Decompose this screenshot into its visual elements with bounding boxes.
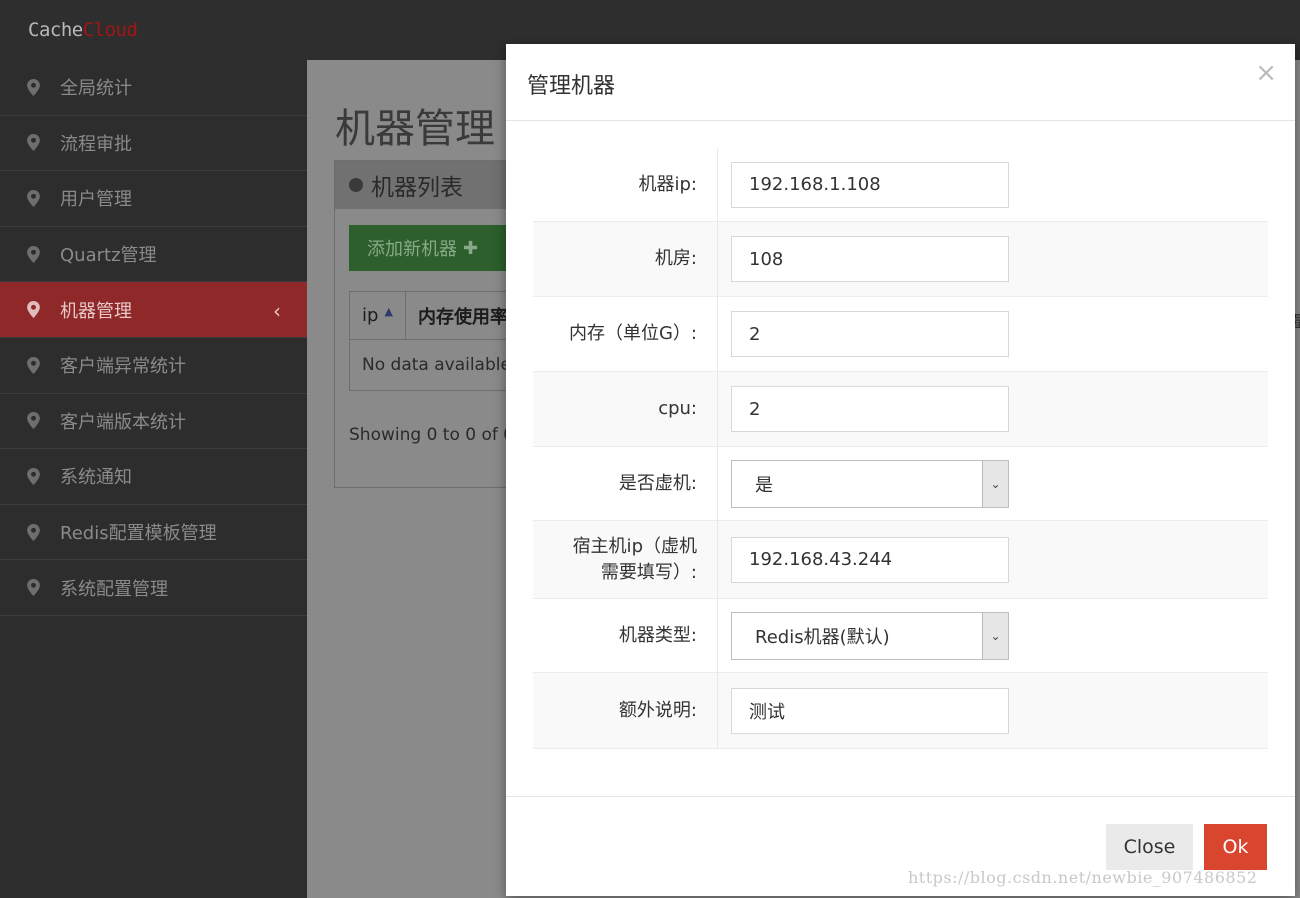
field-label: 宿主机ip（虚机需要填写）: xyxy=(533,521,718,598)
sidebar-item-label: Quartz管理 xyxy=(60,245,157,267)
machine-type-select[interactable]: Redis机器(默认) ⌄ xyxy=(731,611,1009,660)
add-machine-button[interactable]: 添加新机器 ✚ xyxy=(349,225,509,271)
column-header-memory[interactable]: 内存使用率 xyxy=(406,303,508,329)
chevron-down-icon: ⌄ xyxy=(982,460,1008,507)
table-header: ip ▲ 内存使用率 xyxy=(350,292,513,340)
field-label: 机器ip: xyxy=(533,148,718,221)
sidebar-item-global-stats[interactable]: 全局统计 xyxy=(0,60,307,116)
field-label: cpu: xyxy=(533,372,718,446)
form-row-virtual: 是否虚机: 是 ⌄ xyxy=(533,447,1268,521)
map-marker-icon xyxy=(27,579,40,597)
field-label: 额外说明: xyxy=(533,673,718,748)
sidebar-item-label: 客户端异常统计 xyxy=(60,356,186,378)
brand-logo[interactable]: CacheCloud xyxy=(28,19,138,41)
is-virtual-select[interactable]: 是 ⌄ xyxy=(731,459,1009,508)
sort-asc-icon: ▲ xyxy=(384,305,393,318)
ip-input[interactable]: 192.168.1.108 xyxy=(731,161,1009,208)
table-empty-message: No data available xyxy=(362,355,511,375)
map-marker-icon xyxy=(27,78,40,96)
map-marker-icon xyxy=(27,467,40,485)
map-marker-icon xyxy=(27,134,40,152)
sidebar-item-label: 系统通知 xyxy=(60,467,132,489)
map-marker-icon xyxy=(27,412,40,430)
field-label: 内存（单位G）: xyxy=(533,297,718,371)
form-row-host-ip: 宿主机ip（虚机需要填写）: 192.168.43.244 xyxy=(533,521,1268,599)
sidebar-item-label: 客户端版本统计 xyxy=(60,411,186,433)
sidebar-item-quartz[interactable]: Quartz管理 xyxy=(0,227,307,283)
machine-list-panel: 机器列表 添加新机器 ✚ ip ▲ 内存使用率 No data availabl… xyxy=(334,160,514,488)
sidebar-item-client-exceptions[interactable]: 客户端异常统计 xyxy=(0,338,307,394)
chevron-down-icon: ⌄ xyxy=(982,612,1008,659)
form-row-cpu: cpu: 2 xyxy=(533,372,1268,447)
brand-part2: Cloud xyxy=(82,19,138,41)
page-title: 机器管理 xyxy=(335,106,495,152)
panel-header: 机器列表 xyxy=(335,161,513,209)
modal-header: 管理机器 × xyxy=(506,44,1295,121)
close-icon[interactable]: × xyxy=(1255,60,1277,86)
sidebar-item-label: 系统配置管理 xyxy=(60,578,168,600)
room-input[interactable]: 108 xyxy=(731,236,1009,282)
machine-form: 机器ip: 192.168.1.108 机房: 108 内存（单位G）: 2 c… xyxy=(533,148,1268,749)
sidebar-item-label: 用户管理 xyxy=(60,189,132,211)
sidebar-item-machines[interactable]: 机器管理 ‹ xyxy=(0,282,317,338)
form-row-machine-type: 机器类型: Redis机器(默认) ⌄ xyxy=(533,599,1268,673)
table-info: Showing 0 to 0 of 0 xyxy=(349,425,514,445)
sidebar: 全局统计 流程审批 用户管理 Quartz管理 机器管理 ‹ 客户端异常统计 客… xyxy=(0,60,317,898)
brand-part1: Cache xyxy=(28,19,83,41)
sidebar-item-label: 全局统计 xyxy=(60,78,132,100)
cpu-input[interactable]: 2 xyxy=(731,386,1009,432)
watermark: https://blog.csdn.net/newbie_907486852 xyxy=(908,868,1258,887)
field-label: 机器类型: xyxy=(533,599,718,672)
globe-icon xyxy=(349,178,363,192)
column-label: ip xyxy=(362,305,379,326)
sidebar-item-notifications[interactable]: 系统通知 xyxy=(0,449,307,505)
field-label: 机房: xyxy=(533,222,718,296)
manage-machine-modal: 管理机器 × 机器ip: 192.168.1.108 机房: 108 内存（单位… xyxy=(506,44,1295,896)
sidebar-item-label: 机器管理 xyxy=(60,300,132,322)
chevron-left-icon: ‹ xyxy=(273,299,281,324)
add-machine-label: 添加新机器 xyxy=(367,239,457,260)
form-row-memory: 内存（单位G）: 2 xyxy=(533,297,1268,372)
close-button[interactable]: Close xyxy=(1106,824,1193,870)
plus-icon: ✚ xyxy=(463,237,479,259)
extra-description-input[interactable]: 测试 xyxy=(731,687,1009,734)
map-marker-icon xyxy=(27,356,40,374)
memory-input[interactable]: 2 xyxy=(731,311,1009,357)
sidebar-item-users[interactable]: 用户管理 xyxy=(0,171,307,227)
modal-title: 管理机器 xyxy=(527,74,616,99)
map-marker-icon xyxy=(27,523,40,541)
select-value: Redis机器(默认) xyxy=(755,626,890,648)
sidebar-item-label: Redis配置模板管理 xyxy=(60,523,217,545)
host-ip-input[interactable]: 192.168.43.244 xyxy=(731,536,1009,583)
ok-button[interactable]: Ok xyxy=(1204,824,1267,870)
sidebar-item-redis-templates[interactable]: Redis配置模板管理 xyxy=(0,505,307,561)
select-value: 是 xyxy=(755,474,773,496)
form-row-ip: 机器ip: 192.168.1.108 xyxy=(533,148,1268,222)
panel-title: 机器列表 xyxy=(371,175,463,201)
sidebar-item-approval[interactable]: 流程审批 xyxy=(0,116,307,172)
map-marker-icon xyxy=(27,301,40,319)
column-header-ip[interactable]: ip ▲ xyxy=(350,292,406,339)
form-row-room: 机房: 108 xyxy=(533,222,1268,297)
form-row-extra: 额外说明: 测试 xyxy=(533,673,1268,749)
machine-table: ip ▲ 内存使用率 No data available xyxy=(349,291,513,391)
map-marker-icon xyxy=(27,189,40,207)
field-label: 是否虚机: xyxy=(533,447,718,520)
sidebar-item-system-config[interactable]: 系统配置管理 xyxy=(0,560,307,616)
map-marker-icon xyxy=(27,245,40,263)
sidebar-item-client-versions[interactable]: 客户端版本统计 xyxy=(0,394,307,450)
sidebar-item-label: 流程审批 xyxy=(60,133,132,155)
